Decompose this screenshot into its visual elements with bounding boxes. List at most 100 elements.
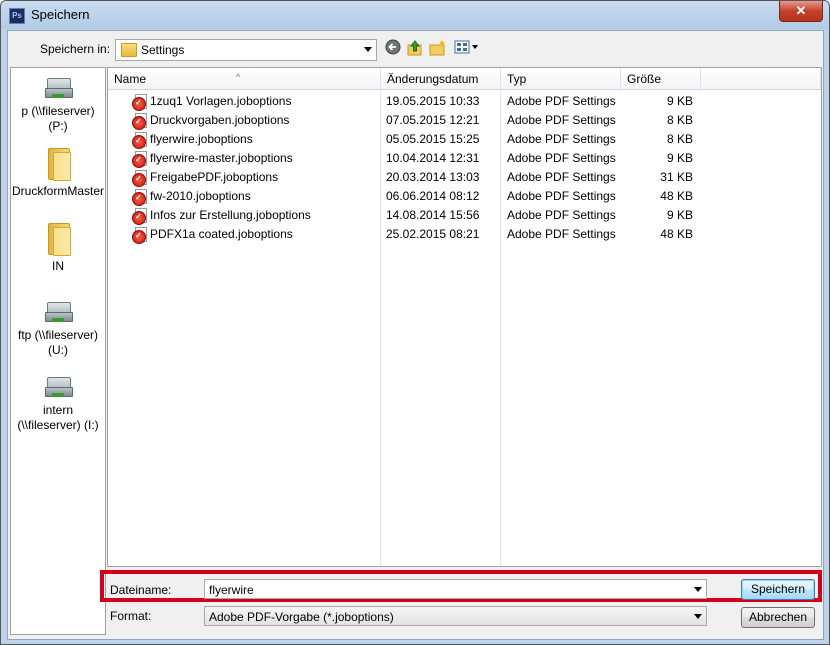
title-bar[interactable]: Ps Speichern ✕ [1,1,829,29]
joboptions-file-icon: ✓ [132,208,147,225]
joboptions-file-icon: ✓ [132,132,147,149]
file-row[interactable]: ✓ fw-2010.joboptions 06.06.2014 08:12 Adobe… [108,187,821,206]
column-label: Änderungsdatum [387,72,479,86]
file-name: FreigabePDF.joboptions [150,170,279,184]
save-dialog: Ps Speichern ✕ Speichern in: Settings p … [0,0,830,645]
chevron-down-icon[interactable] [694,614,702,619]
file-size: 9 KB [666,94,693,108]
joboptions-file-icon: ✓ [132,113,147,130]
file-size: 9 KB [666,151,693,165]
place-u-drive[interactable]: ftp (\\fileserver) (U:) [11,300,105,358]
column-label: Name [114,72,147,86]
filename-label: Dateiname: [110,583,172,597]
network-drive-icon [45,76,73,100]
file-row[interactable]: ✓ Druckvorgaben.joboptions 07.05.2015 12:2… [108,111,821,130]
file-name: Infos zur Erstellung.joboptions [150,208,311,222]
file-type: Adobe PDF Settings [507,189,616,203]
place-i-drive[interactable]: intern (\\fileserver) (I:) [11,375,105,433]
chevron-down-icon[interactable] [364,47,372,52]
place-label: ftp (\\fileserver) (U:) [17,328,98,357]
file-date: 25.02.2015 08:21 [386,227,480,241]
folder-icon [45,146,71,181]
place-label: intern (\\fileserver) (I:) [17,403,99,432]
file-size: 8 KB [666,132,693,146]
place-druckformmaster[interactable]: DruckformMaster [11,146,105,199]
column-header-date[interactable]: Änderungsdatum [381,68,501,90]
file-row[interactable]: ✓ flyerwire.joboptions 05.05.2015 15:25 Ado… [108,130,821,149]
folder-icon [121,43,137,57]
save-in-label: Speichern in: [40,42,111,56]
column-header-type[interactable]: Typ [501,68,621,90]
file-row[interactable]: ✓ Infos zur Erstellung.joboptions 14.08.20… [108,206,821,225]
file-date: 06.06.2014 08:12 [386,189,480,203]
back-icon[interactable] [383,39,403,59]
file-type: Adobe PDF Settings [507,94,616,108]
sort-ascending-icon: ^ [236,72,241,82]
file-date: 10.04.2014 12:31 [386,151,480,165]
place-in[interactable]: IN [11,221,105,274]
place-label: p (\\fileserver) (P:) [21,104,95,133]
file-name: Druckvorgaben.joboptions [150,113,290,127]
place-p-drive[interactable]: p (\\fileserver) (P:) [11,76,105,134]
chevron-down-icon[interactable] [694,587,702,592]
window-title: Speichern [31,7,90,22]
column-header-size[interactable]: Größe [621,68,701,90]
file-row[interactable]: ✓ 1zuq1 Vorlagen.joboptions 19.05.2015 10:… [108,92,821,111]
joboptions-file-icon: ✓ [132,189,147,206]
view-menu-icon[interactable] [453,39,481,59]
file-size: 9 KB [666,208,693,222]
column-header-name[interactable]: Name ^ [108,68,381,90]
file-type: Adobe PDF Settings [507,208,616,222]
file-row[interactable]: ✓ PDFX1a coated.joboptions 25.02.2015 08:2… [108,225,821,244]
file-type: Adobe PDF Settings [507,132,616,146]
folder-icon [45,221,71,256]
dialog-body: Speichern in: Settings p (\\fileserver) … [7,30,824,640]
places-bar: p (\\fileserver) (P:) DruckformMaster IN… [10,67,106,635]
joboptions-file-icon: ✓ [132,170,147,187]
place-label: DruckformMaster [11,184,104,198]
save-button[interactable]: Speichern [741,579,815,600]
file-type: Adobe PDF Settings [507,151,616,165]
file-name: PDFX1a coated.joboptions [150,227,293,241]
file-date: 05.05.2015 15:25 [386,132,480,146]
file-size: 48 KB [660,227,693,241]
file-date: 20.03.2014 13:03 [386,170,480,184]
joboptions-file-icon: ✓ [132,94,147,111]
file-list[interactable]: Name ^ Änderungsdatum Typ Größe ✓ 1zuq1 V… [107,67,822,567]
save-in-dropdown[interactable]: Settings [115,39,377,61]
file-size: 8 KB [666,113,693,127]
format-select[interactable]: Adobe PDF-Vorgabe (*.joboptions) [204,606,707,626]
format-label: Format: [110,609,152,623]
file-name: flyerwire.joboptions [150,132,253,146]
file-type: Adobe PDF Settings [507,227,616,241]
up-folder-icon[interactable] [405,39,425,59]
file-name: 1zuq1 Vorlagen.joboptions [150,94,292,108]
save-in-value: Settings [141,43,185,57]
close-button[interactable]: ✕ [779,1,823,22]
file-type: Adobe PDF Settings [507,113,616,127]
cancel-button[interactable]: Abbrechen [741,607,815,628]
new-folder-icon[interactable] [428,39,448,59]
joboptions-file-icon: ✓ [132,151,147,168]
file-name: fw-2010.joboptions [150,189,251,203]
place-label: IN [52,259,64,273]
file-size: 48 KB [660,189,693,203]
file-size: 31 KB [660,170,693,184]
file-date: 14.08.2014 15:56 [386,208,480,222]
filename-value: flyerwire [209,583,254,597]
file-type: Adobe PDF Settings [507,170,616,184]
file-date: 19.05.2015 10:33 [386,94,480,108]
column-label: Typ [507,72,527,86]
network-drive-icon [45,300,73,324]
format-value: Adobe PDF-Vorgabe (*.joboptions) [209,610,394,624]
network-drive-icon [45,375,73,399]
file-row[interactable]: ✓ flyerwire-master.joboptions 10.04.2014 1… [108,149,821,168]
joboptions-file-icon: ✓ [132,227,147,244]
file-date: 07.05.2015 12:21 [386,113,480,127]
column-header-empty [701,68,821,90]
photoshop-app-icon: Ps [9,8,25,24]
file-row[interactable]: ✓ FreigabePDF.joboptions 20.03.2014 13:03 A… [108,168,821,187]
column-label: Größe [627,72,662,86]
file-name: flyerwire-master.joboptions [150,151,293,165]
filename-input[interactable]: flyerwire [204,579,707,599]
